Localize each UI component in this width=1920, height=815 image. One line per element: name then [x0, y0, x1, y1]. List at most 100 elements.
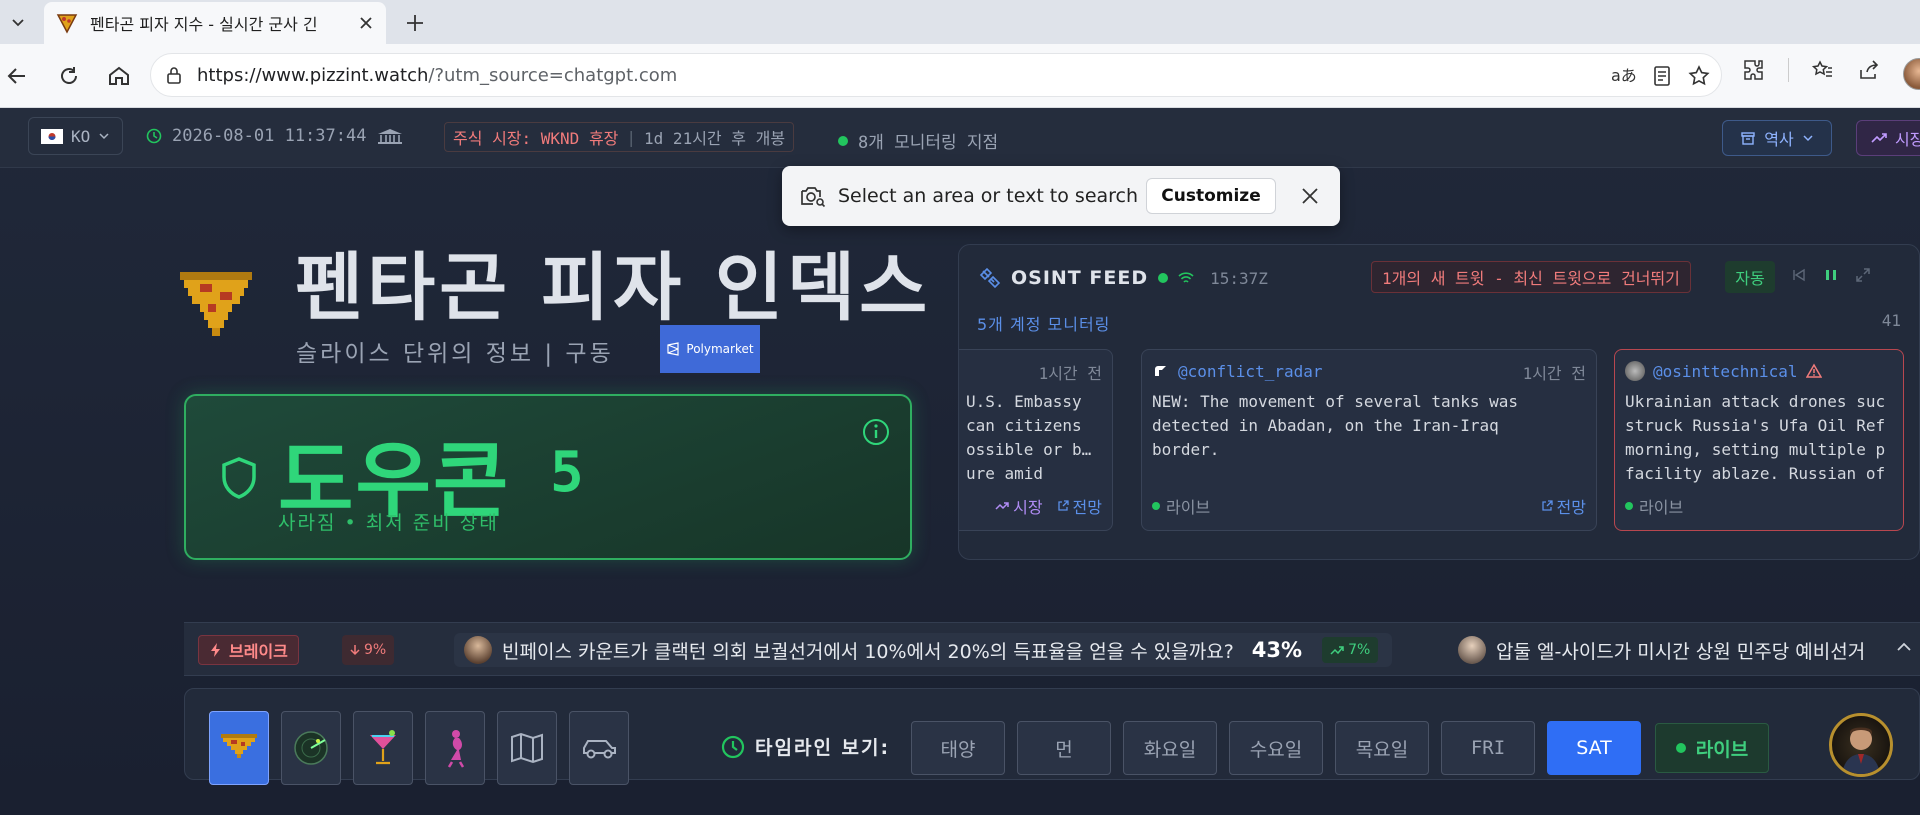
tweet-age: 1시간 전: [1038, 364, 1102, 383]
timeline-day-button[interactable]: 태양: [911, 721, 1005, 775]
wifi-icon: [1178, 272, 1194, 283]
timeline-day-button[interactable]: 먼: [1017, 721, 1111, 775]
chevron-down-icon: [12, 19, 24, 27]
ticker-question: 압둘 엘-사이드가 미시간 상원 민주당 예비선거: [1496, 640, 1866, 663]
plus-icon: [407, 15, 423, 31]
tab-title: 펜타곤 피자 지수 - 실시간 군사 긴: [90, 15, 318, 34]
osint-title: OSINT FEED: [1011, 267, 1149, 289]
history-button[interactable]: 역사: [1722, 120, 1832, 156]
language-code: KO: [71, 126, 91, 146]
info-icon[interactable]: [862, 418, 890, 446]
home-button[interactable]: [104, 61, 134, 91]
polymarket-badge[interactable]: Polymarket: [660, 325, 760, 373]
timeline-day-button[interactable]: 수요일: [1229, 721, 1323, 775]
language-selector[interactable]: KO: [28, 117, 124, 155]
star-icon[interactable]: [1687, 64, 1711, 88]
tweet-handle[interactable]: @osinttechnical: [1653, 362, 1798, 381]
stock-exchange-icon: [378, 129, 403, 144]
polymarket-label: Polymarket: [686, 342, 754, 356]
tweet-card[interactable]: @osinttechnical Ukrainian attack drones …: [1614, 349, 1904, 531]
live-dot-icon: [1625, 502, 1633, 510]
market-status: 주식 시장: WKND 휴장 | 1d 21시간 후 개봉: [444, 122, 795, 152]
clock-icon: [721, 735, 745, 758]
chevron-down-icon: [1803, 135, 1813, 142]
pause-icon[interactable]: [1823, 267, 1839, 283]
market-button[interactable]: 시장: [1856, 120, 1920, 156]
tweet-age: 1시간 전: [1522, 364, 1586, 383]
bottom-navigation: 타임라인 보기: 태양 먼 화요일 수요일 목요일 FRI SAT 라이브: [184, 688, 1920, 785]
market-label: 시장: [1895, 130, 1920, 149]
lock-icon: [167, 67, 181, 84]
active-tab[interactable]: 펜타곤 피자 지수 - 실시간 군사 긴: [44, 2, 386, 44]
reader-mode-icon[interactable]: [1651, 65, 1673, 87]
back-button[interactable]: [2, 61, 32, 91]
osint-feed-panel: OSINT FEED 15:37Z 1개의 새 트윗 - 최신 트윗으로 건너뛰…: [958, 244, 1920, 560]
customize-button[interactable]: Customize: [1146, 178, 1276, 214]
extensions-icon[interactable]: [1742, 58, 1766, 82]
tweet-body: Ukrainian attack drones suc struck Russi…: [1625, 392, 1886, 483]
translate-icon[interactable]: aあ: [1611, 65, 1637, 87]
lightning-icon: [211, 643, 220, 657]
nav-dancer-button[interactable]: [425, 711, 485, 785]
clock-icon: [146, 128, 162, 144]
ticker-item[interactable]: 압둘 엘-사이드가 미시간 상원 민주당 예비선거: [1458, 633, 1865, 667]
external-link-icon: [1057, 500, 1069, 511]
nav-pizza-button[interactable]: [209, 711, 269, 785]
favorites-icon[interactable]: [1811, 58, 1835, 82]
timeline-day-button[interactable]: 화요일: [1123, 721, 1217, 775]
url-bar[interactable]: https://www.pizzint.watch/?utm_source=ch…: [150, 53, 1722, 97]
agent-portrait-icon: [1842, 727, 1880, 774]
breaking-news-ticker: 브레이크 9% 빈페이스 카운트가 클랙턴 의회 보궐선거에서 10%에서 20…: [184, 622, 1920, 676]
chevron-up-icon[interactable]: [1894, 637, 1914, 657]
nav-vehicle-button[interactable]: [569, 711, 629, 785]
market-opens-text: 1d 21시간 후 개봉: [644, 129, 786, 148]
ticker-change-badge: 7%: [1322, 637, 1379, 663]
tweet-body: NEW: The movement of several tanks was d…: [1152, 392, 1519, 459]
warning-icon: [1805, 363, 1822, 378]
news-avatar: [464, 636, 492, 664]
trend-up-icon: [1871, 133, 1887, 143]
refresh-button[interactable]: [54, 61, 84, 91]
tweet-avatar: [1625, 361, 1645, 381]
news-avatar: [1458, 636, 1486, 664]
dancer-icon: [447, 730, 465, 768]
live-dot-icon: [1158, 273, 1169, 283]
market-closed-text: 주식 시장: WKND 휴장: [453, 129, 619, 148]
tweet-forecast-link[interactable]: 전망: [1057, 494, 1102, 518]
tweet-card[interactable]: 1시간 전 U.S. Embassy can citizens ossible …: [959, 349, 1113, 531]
tab-list-button[interactable]: [0, 6, 36, 38]
clock-datetime: 2026-08-01 11:37:44: [172, 126, 367, 146]
trend-up-icon: [1330, 646, 1344, 655]
tweet-body: U.S. Embassy can citizens ossible or b… …: [966, 392, 1092, 483]
clock: 2026-08-01 11:37:44: [146, 126, 404, 146]
nav-cocktail-button[interactable]: [353, 711, 413, 785]
timeline-day-button[interactable]: 목요일: [1335, 721, 1429, 775]
new-tab-button[interactable]: [400, 8, 430, 38]
tweet-forecast-link[interactable]: 전망: [1541, 494, 1586, 518]
close-icon[interactable]: [1298, 184, 1322, 208]
tweet-market-link[interactable]: 시장: [995, 494, 1043, 518]
expand-icon[interactable]: [1855, 267, 1871, 283]
live-button[interactable]: 라이브: [1655, 723, 1769, 773]
tweet-card[interactable]: @conflict_radar 1시간 전 NEW: The movement …: [1141, 349, 1597, 531]
nav-map-button[interactable]: [497, 711, 557, 785]
tweet-live-label: 라이브: [1639, 498, 1684, 517]
share-icon[interactable]: [1857, 58, 1881, 82]
assistant-avatar[interactable]: [1829, 713, 1893, 777]
nav-radar-button[interactable]: [281, 711, 341, 785]
live-dot-icon: [838, 135, 848, 146]
skip-back-icon[interactable]: [1791, 267, 1807, 283]
pizza-favicon-icon: [56, 14, 78, 34]
ticker-item[interactable]: 빈페이스 카운트가 클랙턴 의회 보궐선거에서 10%에서 20%의 득표율을 …: [454, 633, 1393, 667]
car-icon: [583, 740, 616, 759]
close-tab-icon[interactable]: [356, 13, 376, 33]
timeline-day-button-active[interactable]: SAT: [1547, 721, 1641, 775]
profile-avatar[interactable]: [1903, 58, 1920, 90]
new-tweet-banner[interactable]: 1개의 새 트윗 - 최신 트윗으로 건너뛰기: [1371, 261, 1691, 293]
monitoring-text: 8개 모니터링 지점: [858, 133, 999, 153]
status-bar: KO 2026-08-01 11:37:44 주식 시장: WKND 휴장 | …: [0, 108, 1920, 168]
popup-text: Select an area or text to search: [838, 185, 1139, 207]
auto-toggle[interactable]: 자동: [1725, 261, 1775, 293]
tweet-handle[interactable]: @conflict_radar: [1178, 362, 1323, 381]
timeline-day-button[interactable]: FRI: [1441, 721, 1535, 775]
